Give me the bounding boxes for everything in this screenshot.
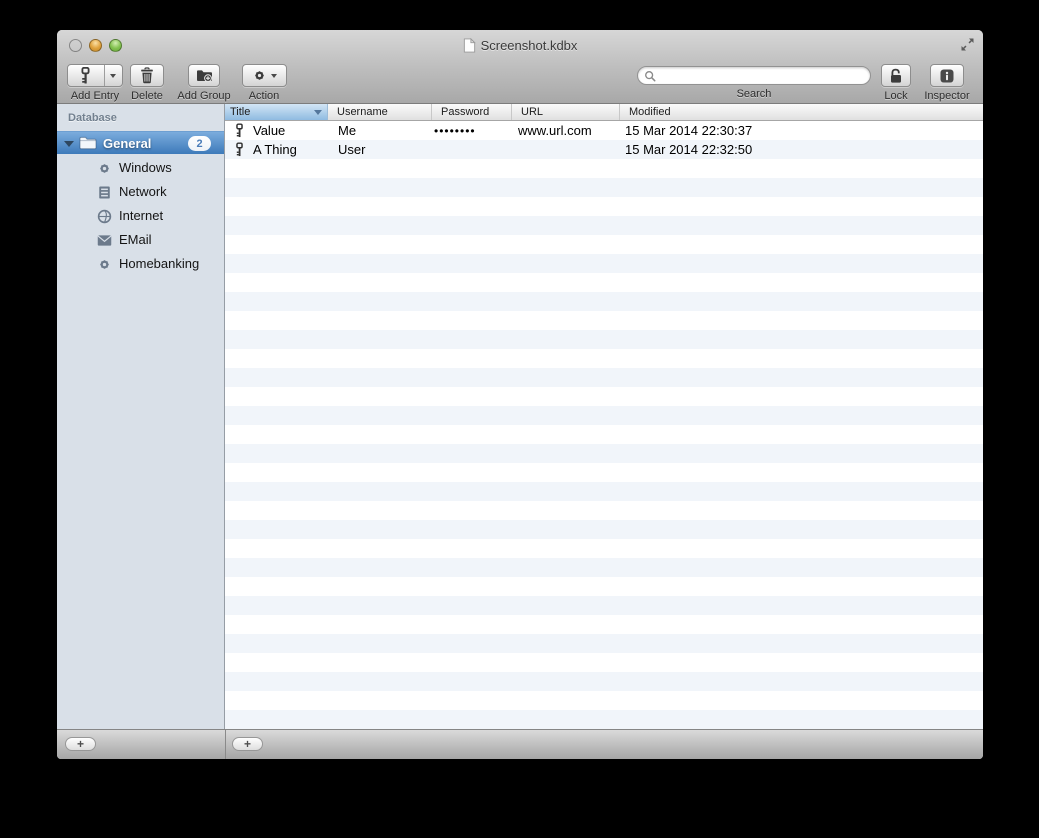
delete-label: Delete [131, 90, 163, 102]
entry-title: A Thing [253, 142, 297, 157]
key-icon [236, 123, 243, 138]
add-entry-toolbar-item: Add Entry [66, 64, 124, 102]
column-header-label: Modified [629, 106, 671, 118]
disclosure-triangle-icon[interactable] [64, 141, 74, 147]
document-icon [463, 37, 476, 53]
lock-open-icon [891, 68, 901, 83]
gear-icon [99, 259, 110, 270]
envelope-icon [97, 235, 112, 246]
entry-url [512, 140, 620, 159]
add-entry-main-segment[interactable] [68, 65, 104, 86]
column-header-password[interactable]: Password [432, 104, 512, 120]
column-header-label: URL [521, 106, 544, 118]
action-button[interactable] [241, 64, 287, 87]
folder-plus-icon [196, 70, 212, 83]
add-entry-plus-button[interactable]: + [232, 737, 263, 751]
sidebar-item-label: Internet [119, 208, 164, 223]
sidebar-item-label: Homebanking [119, 256, 200, 271]
entry-table: Title Username Password URL Modified Val… [225, 104, 983, 729]
window-chrome: Screenshot.kdbx Add Entry Delete Add Gro… [57, 30, 983, 104]
action-label: Action [248, 90, 280, 102]
info-icon [940, 69, 954, 82]
sidebar-item-label: Windows [119, 160, 172, 175]
trash-icon [141, 67, 153, 84]
entry-username: Me [338, 123, 357, 138]
search-field[interactable] [637, 66, 871, 85]
key-icon [236, 142, 243, 157]
add-group-label: Add Group [177, 90, 231, 102]
entry-title: Value [253, 123, 286, 138]
key-icon [81, 67, 90, 84]
inspector-button[interactable] [930, 64, 964, 87]
column-header-title[interactable]: Title [225, 104, 328, 120]
search-icon [645, 70, 656, 81]
sidebar-item-homebanking[interactable]: Homebanking [57, 252, 224, 276]
sidebar-item-windows[interactable]: Windows [57, 156, 224, 180]
action-toolbar-item: Action [240, 64, 288, 102]
sidebar-item-email[interactable]: EMail [57, 228, 224, 252]
gear-icon [254, 70, 264, 81]
folder-icon [79, 136, 97, 150]
search-input[interactable] [656, 68, 864, 83]
column-header-username[interactable]: Username [328, 104, 432, 120]
entry-modified: 15 Mar 2014 22:32:50 [625, 142, 753, 157]
chevron-down-icon [270, 73, 277, 78]
column-header-url[interactable]: URL [512, 104, 620, 120]
entry-count-badge: 2 [188, 136, 211, 151]
lock-toolbar-item: Lock [877, 64, 915, 102]
entry-password-masked: •••••••• [434, 123, 476, 138]
column-header-label: Password [441, 106, 490, 118]
chevron-down-icon [110, 73, 117, 78]
server-icon [99, 186, 110, 199]
table-body: Value Me •••••••• www.url.com 15 Mar 201… [225, 121, 983, 729]
column-header-label: Title [230, 106, 251, 118]
sort-descending-icon [314, 110, 322, 115]
lock-label: Lock [884, 90, 908, 102]
bottom-bar: + + [57, 729, 983, 759]
sidebar-item-internet[interactable]: Internet [57, 204, 224, 228]
entry-url: www.url.com [518, 123, 592, 138]
sidebar-section-header: Database [68, 112, 117, 124]
column-header-label: Username [337, 106, 388, 118]
app-window: Screenshot.kdbx Add Entry Delete Add Gro… [57, 30, 983, 759]
add-entry-dropdown-segment[interactable] [105, 65, 122, 86]
add-group-plus-button[interactable]: + [65, 737, 96, 751]
entry-username: User [338, 142, 366, 157]
inspector-label: Inspector [924, 90, 970, 102]
add-entry-label: Add Entry [70, 90, 120, 102]
add-entry-button[interactable] [67, 64, 123, 87]
gear-icon [99, 163, 110, 174]
add-group-toolbar-item: Add Group [174, 64, 234, 102]
table-row[interactable]: Value Me •••••••• www.url.com 15 Mar 201… [225, 121, 983, 140]
add-group-button[interactable] [188, 64, 220, 87]
content-area: Database General 2 Windows Network Inter… [57, 104, 983, 729]
sidebar-item-network[interactable]: Network [57, 180, 224, 204]
table-row[interactable]: A Thing User 15 Mar 2014 22:32:50 [225, 140, 983, 159]
delete-toolbar-item: Delete [128, 64, 166, 102]
sidebar-item-label: Network [119, 184, 167, 199]
sidebar: Database General 2 Windows Network Inter… [57, 104, 225, 729]
column-header-modified[interactable]: Modified [620, 104, 983, 120]
table-header: Title Username Password URL Modified [225, 104, 983, 121]
fullscreen-icon[interactable] [960, 37, 975, 52]
search-label: Search [736, 88, 772, 100]
globe-icon [97, 209, 112, 224]
inspector-toolbar-item: Inspector [919, 64, 975, 102]
window-title: Screenshot.kdbx [480, 37, 578, 53]
bottom-bar-divider [225, 730, 226, 759]
entry-modified: 15 Mar 2014 22:30:37 [625, 123, 753, 138]
sidebar-item-label: General [103, 136, 152, 151]
delete-button[interactable] [130, 64, 164, 87]
titlebar: Screenshot.kdbx [57, 36, 983, 54]
lock-button[interactable] [881, 64, 911, 87]
sidebar-item-general[interactable]: General 2 [57, 131, 224, 154]
entry-password-masked [432, 140, 512, 159]
sidebar-item-label: EMail [119, 232, 152, 247]
